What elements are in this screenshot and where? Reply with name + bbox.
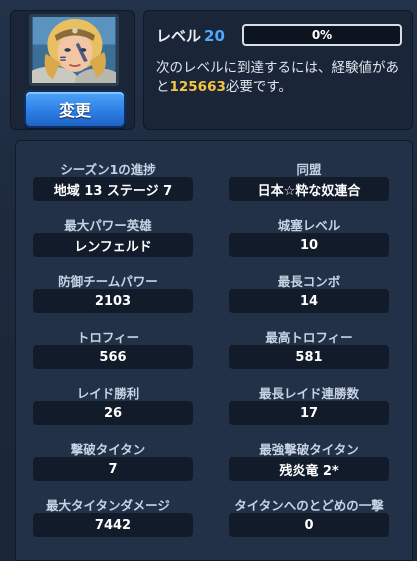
level-description: 次のレベルに到達するには、経験値があと125663必要です。 bbox=[156, 59, 406, 97]
hero-avatar bbox=[29, 14, 119, 86]
stat-value-stronghold-level: 10 bbox=[229, 233, 389, 257]
stat-value-defense-team-power: 2103 bbox=[33, 289, 193, 313]
xp-remaining: 125663 bbox=[169, 79, 226, 95]
level-panel: レベル 20 0% 次のレベルに到達するには、経験値があと125663必要です。 bbox=[143, 10, 413, 130]
stat-value-alliance: 日本☆粋な奴連合 bbox=[229, 177, 389, 201]
stat-label-stronghold-level: 城塞レベル bbox=[277, 218, 341, 233]
level-heading: レベル 20 bbox=[156, 25, 225, 46]
stat-value-longest-combo: 14 bbox=[229, 289, 389, 313]
stat-label-season-progress: シーズン1の進捗 bbox=[60, 162, 156, 177]
stat-value-highest-trophies: 581 bbox=[229, 345, 389, 369]
stat-label-defense-team-power: 防御チームパワー bbox=[58, 274, 158, 289]
stat-label-alliance: 同盟 bbox=[296, 162, 322, 177]
stat-value-raid-wins: 26 bbox=[33, 401, 193, 425]
stat-value-season-progress: 地域 13 ステージ 7 bbox=[33, 177, 193, 201]
stat-value-strongest-hero: レンフェルド bbox=[33, 233, 193, 257]
stat-label-strongest-titan-defeated: 最強撃破タイタン bbox=[259, 442, 359, 457]
stat-label-highest-trophies: 最高トロフィー bbox=[265, 330, 353, 345]
xp-progress-bar: 0% bbox=[242, 24, 402, 46]
level-desc-suffix: 必要です。 bbox=[225, 79, 293, 95]
stat-label-raid-wins: レイド勝利 bbox=[76, 386, 140, 401]
stat-label-longest-raid-streak: 最長レイド連勝数 bbox=[258, 386, 359, 401]
stat-value-strongest-titan-defeated: 残炎竜 2* bbox=[229, 457, 389, 481]
stat-label-max-titan-damage: 最大タイタンダメージ bbox=[46, 498, 170, 513]
stat-value-trophies: 566 bbox=[33, 345, 193, 369]
avatar-panel: 変更 bbox=[10, 10, 135, 130]
change-hero-button[interactable]: 変更 bbox=[24, 90, 126, 128]
stat-value-max-titan-damage: 7442 bbox=[33, 513, 193, 537]
stat-label-titans-defeated: 撃破タイタン bbox=[70, 442, 146, 457]
stats-panel: シーズン1の進捗 地域 13 ステージ 7 同盟 日本☆粋な奴連合 最大パワー英… bbox=[15, 140, 413, 561]
level-label: レベル bbox=[156, 27, 202, 45]
stat-value-longest-raid-streak: 17 bbox=[229, 401, 389, 425]
xp-progress-text: 0% bbox=[311, 28, 333, 42]
stat-label-strongest-hero: 最大パワー英雄 bbox=[64, 218, 152, 233]
stat-label-trophies: トロフィー bbox=[76, 330, 140, 345]
stat-label-longest-combo: 最長コンボ bbox=[277, 274, 341, 289]
stat-value-titan-final-blows: 0 bbox=[229, 513, 389, 537]
stat-value-titans-defeated: 7 bbox=[33, 457, 193, 481]
hero-portrait-icon bbox=[32, 17, 116, 83]
stat-label-titan-final-blows: タイタンへのとどめの一撃 bbox=[234, 498, 384, 513]
level-number: 20 bbox=[204, 27, 225, 45]
